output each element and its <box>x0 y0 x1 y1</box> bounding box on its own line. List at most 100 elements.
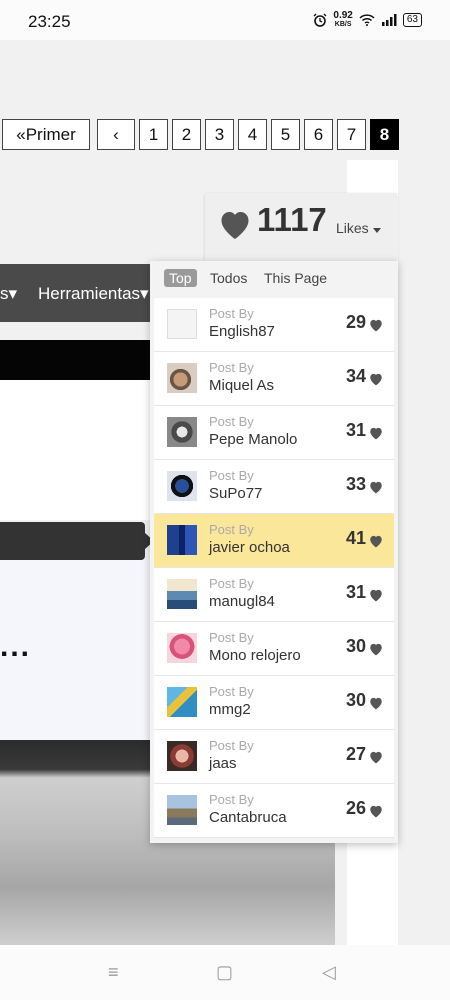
content-panel <box>0 380 150 520</box>
heart-icon <box>370 427 382 440</box>
list-item[interactable]: Post By Pepe Manolo 31 <box>154 406 394 460</box>
like-score: 31 <box>345 582 366 602</box>
like-score: 31 <box>345 420 366 440</box>
current-page-button[interactable]: 8 <box>370 119 399 150</box>
nav-item-partial[interactable]: s▾ <box>0 284 17 304</box>
page-button-3[interactable]: 3 <box>205 119 234 150</box>
list-item[interactable]: Post By English87 29 <box>154 298 394 352</box>
main-nav-bar: s▾ Herramientas▾ <box>0 264 155 322</box>
avatar <box>167 741 197 771</box>
wifi-icon <box>359 14 375 26</box>
list-item[interactable]: Post By mmg2 30 <box>154 676 394 730</box>
truncated-text: ... <box>0 630 32 663</box>
first-page-button[interactable]: «Primer <box>2 119 90 150</box>
list-item[interactable]: Post By manugl84 31 <box>154 568 394 622</box>
heart-icon <box>370 373 382 386</box>
like-score: 30 <box>345 690 366 710</box>
username[interactable]: manugl84 <box>209 593 275 610</box>
post-by-label: Post By <box>209 684 254 699</box>
pagination: «Primer ‹ 1 2 3 4 5 6 7 8 <box>2 119 399 150</box>
page-button-2[interactable]: 2 <box>172 119 201 150</box>
tab-this-page[interactable]: This Page <box>259 269 332 287</box>
post-by-label: Post By <box>209 576 254 591</box>
chevron-down-icon[interactable] <box>373 228 381 233</box>
like-score: 29 <box>345 312 366 332</box>
avatar <box>167 633 197 663</box>
like-score: 33 <box>345 474 366 494</box>
post-by-label: Post By <box>209 738 254 753</box>
post-by-label: Post By <box>209 468 254 483</box>
system-nav-bar: ≡ ▢ ◁ <box>0 945 450 1000</box>
heart-icon <box>370 751 382 764</box>
username[interactable]: javier ochoa <box>209 539 290 556</box>
heart-icon <box>370 319 382 332</box>
post-by-label: Post By <box>209 522 254 537</box>
status-icons: 0.92 KB/S 63 <box>313 11 422 29</box>
heart-icon <box>370 697 382 710</box>
like-score: 41 <box>345 528 366 548</box>
content-header-bar <box>0 340 150 380</box>
net-speed-value: 0.92 <box>333 10 353 21</box>
username[interactable]: Pepe Manolo <box>209 431 297 448</box>
battery-indicator: 63 <box>402 13 422 27</box>
heart-icon <box>221 212 249 239</box>
net-speed: 0.92 KB/S <box>333 11 352 29</box>
avatar <box>167 687 197 717</box>
username[interactable]: Miquel As <box>209 377 274 394</box>
page-button-4[interactable]: 4 <box>238 119 267 150</box>
list-item[interactable]: Post By Miquel As 34 <box>154 352 394 406</box>
avatar <box>167 363 197 393</box>
avatar <box>167 795 197 825</box>
list-item-highlighted[interactable]: Post By javier ochoa 41 <box>154 514 394 568</box>
nav-item-herramientas[interactable]: Herramientas▾ <box>38 284 149 304</box>
page-button-1[interactable]: 1 <box>139 119 168 150</box>
username[interactable]: Cantabruca <box>209 809 287 826</box>
menu-icon[interactable]: ≡ <box>108 962 119 983</box>
status-bar: 23:25 0.92 KB/S 63 <box>0 0 450 40</box>
likers-list: Post By English87 29 Post By Miquel As 3… <box>154 298 394 838</box>
avatar <box>167 309 197 339</box>
avatar <box>167 579 197 609</box>
post-by-label: Post By <box>209 792 254 807</box>
signal-icon <box>381 14 397 26</box>
heart-icon <box>370 589 382 602</box>
avatar <box>167 471 197 501</box>
tab-todos[interactable]: Todos <box>205 269 252 287</box>
avatar <box>167 525 197 555</box>
username[interactable]: jaas <box>209 755 237 772</box>
username[interactable]: English87 <box>209 323 275 340</box>
heart-icon <box>370 805 382 818</box>
previous-page-button[interactable]: ‹ <box>97 119 135 150</box>
heart-icon <box>370 481 382 494</box>
post-by-label: Post By <box>209 630 254 645</box>
avatar <box>167 417 197 447</box>
likes-summary[interactable]: 1117 Likes <box>205 193 397 261</box>
home-icon[interactable]: ▢ <box>216 962 233 983</box>
username[interactable]: SuPo77 <box>209 485 262 502</box>
page-button-6[interactable]: 6 <box>304 119 333 150</box>
likes-tabs: Top Todos This Page <box>150 261 398 297</box>
net-speed-unit: KB/S <box>334 21 352 28</box>
list-item[interactable]: Post By Cantabruca 26 <box>154 784 394 838</box>
tooltip-bubble <box>0 522 154 560</box>
list-item[interactable]: Post By Mono relojero 30 <box>154 622 394 676</box>
back-icon[interactable]: ◁ <box>322 962 336 983</box>
post-by-label: Post By <box>209 306 254 321</box>
list-item[interactable]: Post By jaas 27 <box>154 730 394 784</box>
like-score: 27 <box>345 744 366 764</box>
tab-top[interactable]: Top <box>164 269 197 287</box>
like-score: 34 <box>345 366 366 386</box>
like-score: 30 <box>345 636 366 656</box>
likes-dropdown: Top Todos This Page Post By English87 29… <box>150 261 398 843</box>
list-item[interactable]: Post By SuPo77 33 <box>154 460 394 514</box>
page-button-5[interactable]: 5 <box>271 119 300 150</box>
likes-count: 1117 <box>257 201 327 238</box>
likes-label: Likes <box>336 220 369 236</box>
page-button-7[interactable]: 7 <box>337 119 366 150</box>
username[interactable]: Mono relojero <box>209 647 301 664</box>
heart-icon <box>370 643 382 656</box>
alarm-icon <box>313 13 327 27</box>
heart-icon <box>370 535 382 548</box>
post-by-label: Post By <box>209 414 254 429</box>
username[interactable]: mmg2 <box>209 701 251 718</box>
